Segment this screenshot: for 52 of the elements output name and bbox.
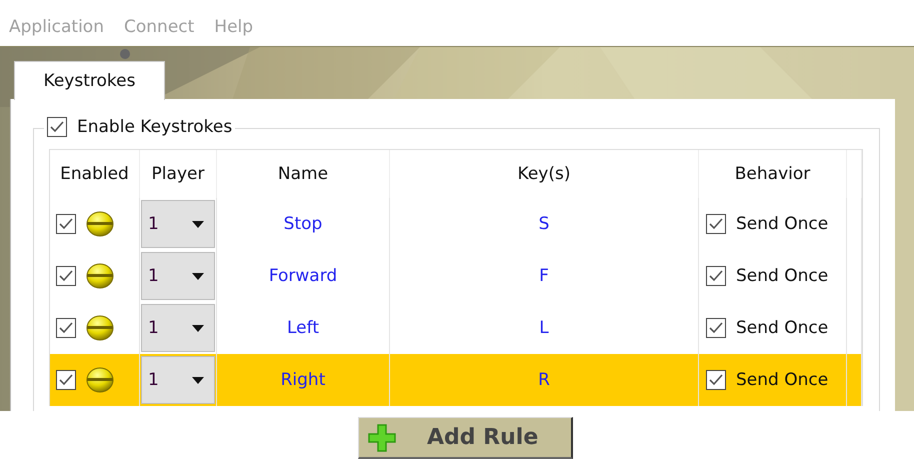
table-cell: R xyxy=(390,354,699,406)
table-row[interactable]: 1 Forward F Send Once xyxy=(50,250,862,302)
column-header: Key(s) xyxy=(390,150,699,198)
checkmark-icon xyxy=(708,269,724,283)
checkbox[interactable] xyxy=(47,117,67,137)
table-cell: F xyxy=(390,250,699,302)
caret-icon xyxy=(192,272,204,280)
sphere-icon xyxy=(86,211,114,237)
player-dropdown[interactable]: 1 xyxy=(141,356,215,404)
table-cell: S xyxy=(390,198,699,250)
checkmark-icon xyxy=(58,321,74,335)
table-cell: Forward xyxy=(217,250,390,302)
table-cell: Stop xyxy=(217,198,390,250)
table-cell: Right xyxy=(217,354,390,406)
column-header: Enabled xyxy=(50,150,140,198)
checkbox-label: Send Once xyxy=(736,266,828,286)
checkbox[interactable] xyxy=(56,214,76,234)
column-header: Player xyxy=(140,150,217,198)
column-header: Behavior xyxy=(699,150,847,198)
checkmark-icon xyxy=(58,217,74,231)
column-header: Name xyxy=(217,150,390,198)
checkmark-icon xyxy=(708,217,724,231)
checkmark-icon xyxy=(708,373,724,387)
checkbox-label: Enable Keystrokes xyxy=(77,117,232,137)
checkbox[interactable] xyxy=(56,370,76,390)
plus-icon xyxy=(367,422,397,452)
add-rule-button[interactable]: Add Rule xyxy=(358,417,573,459)
caret-icon xyxy=(192,324,204,332)
table-row[interactable]: 1 Stop S Send Once xyxy=(50,198,862,250)
player-dropdown[interactable]: 1 xyxy=(141,200,215,248)
checkbox[interactable] xyxy=(706,370,726,390)
player-dropdown[interactable]: 1 xyxy=(141,252,215,300)
checkbox[interactable] xyxy=(706,318,726,338)
sphere-icon xyxy=(86,263,114,289)
checkbox[interactable] xyxy=(706,214,726,234)
checkbox-label: Send Once xyxy=(736,318,828,338)
tab[interactable]: Keystrokes xyxy=(14,61,165,100)
table-row[interactable]: 1 Right R Send Once xyxy=(50,354,862,406)
checkmark-icon xyxy=(58,373,74,387)
checkmark-icon xyxy=(58,269,74,283)
sphere-icon xyxy=(86,315,114,341)
checkbox[interactable] xyxy=(706,266,726,286)
checkmark-icon xyxy=(49,120,65,134)
sphere-icon xyxy=(86,367,114,393)
checkbox[interactable] xyxy=(56,318,76,338)
player-dropdown[interactable]: 1 xyxy=(141,304,215,352)
checkbox[interactable] xyxy=(56,266,76,286)
checkmark-icon xyxy=(708,321,724,335)
checkbox-label: Send Once xyxy=(736,370,828,390)
caret-icon xyxy=(192,376,204,384)
checkbox-label: Send Once xyxy=(736,214,828,234)
caret-icon xyxy=(192,220,204,228)
